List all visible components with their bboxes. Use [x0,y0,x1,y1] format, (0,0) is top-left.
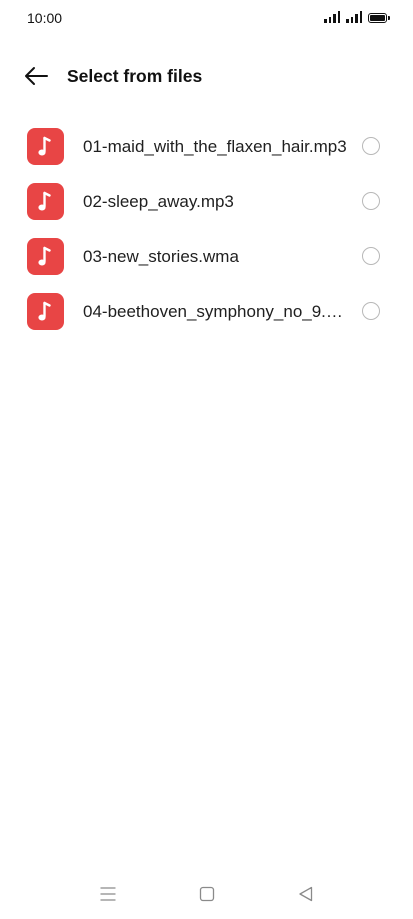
nav-home-button[interactable] [197,884,217,904]
select-radio[interactable] [362,302,380,320]
file-name: 01-maid_with_the_flaxen_hair.mp3 [83,137,347,156]
file-name: 03-new_stories.wma [83,247,239,266]
arrow-left-icon [25,67,48,85]
select-radio[interactable] [362,192,380,210]
select-radio[interactable] [362,137,380,155]
navigation-bar [0,876,413,912]
menu-icon [100,887,116,901]
triangle-back-icon [299,886,313,902]
signal-icon [324,11,340,23]
status-time: 10:00 [27,10,63,26]
status-bar: 10:00 [0,0,413,36]
file-item[interactable]: 03-new_stories.wma [0,229,413,284]
file-item[interactable]: 01-maid_with_the_flaxen_hair.mp3 [0,119,413,174]
music-note-icon [27,183,64,220]
header: Select from files [0,52,413,100]
music-note-icon [27,293,64,330]
page-title: Select from files [67,66,203,86]
signal-icon-2 [346,11,362,23]
status-icons [324,11,390,23]
back-button[interactable] [22,64,50,88]
file-list: 01-maid_with_the_flaxen_hair.mp3 02-slee… [0,119,413,339]
select-radio[interactable] [362,247,380,265]
music-note-icon [27,128,64,165]
file-item[interactable]: 02-sleep_away.mp3 [0,174,413,229]
square-home-icon [199,886,215,902]
file-item[interactable]: 04-beethoven_symphony_no_9.mp3 [0,284,413,339]
nav-back-button[interactable] [296,884,316,904]
battery-icon [368,13,390,23]
file-name: 04-beethoven_symphony_no_9.mp3 [83,302,355,321]
file-name: 02-sleep_away.mp3 [83,192,234,211]
music-note-icon [27,238,64,275]
nav-menu-button[interactable] [98,884,118,904]
